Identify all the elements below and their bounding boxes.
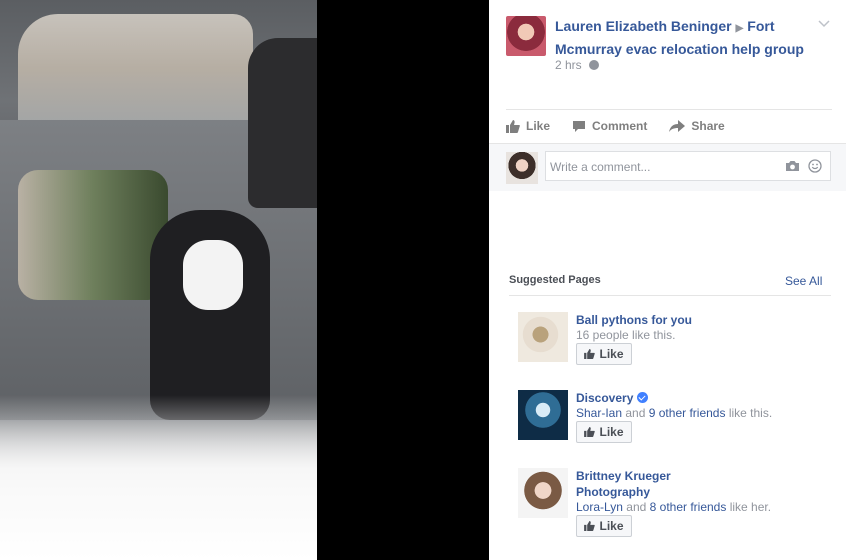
triangle-right-icon: ▶ — [735, 23, 744, 34]
friend-link[interactable]: Shar-Ian — [576, 406, 622, 420]
suggested-page-item: Brittney Krueger Photography Lora-Lyn an… — [518, 468, 818, 540]
like-page-button[interactable]: Like — [576, 343, 632, 365]
speech-bubble-icon — [573, 120, 586, 132]
post-photo[interactable] — [0, 0, 317, 560]
divider — [506, 109, 832, 110]
photo-viewer — [0, 0, 489, 560]
like-page-button[interactable]: Like — [576, 421, 632, 443]
page-thumbnail[interactable] — [518, 390, 568, 440]
post-time[interactable]: 2 hrs — [555, 58, 582, 72]
author-name-link[interactable]: Lauren Elizabeth Beninger — [555, 18, 732, 34]
suggested-pages-title: Suggested Pages — [509, 274, 601, 286]
camera-icon[interactable] — [785, 160, 800, 172]
author-avatar[interactable] — [506, 16, 546, 56]
see-all-link[interactable]: See All — [785, 274, 822, 288]
other-friends-link[interactable]: 9 other friends — [649, 406, 726, 420]
thumbs-up-icon — [584, 349, 596, 359]
like-page-label: Like — [599, 425, 624, 439]
comment-placeholder: Write a comment... — [550, 160, 651, 174]
page-friends-text: Shar-Ian and 9 other friends like this. — [576, 406, 772, 420]
share-button[interactable]: Share — [669, 116, 725, 136]
current-user-avatar — [506, 152, 538, 184]
like-page-button[interactable]: Like — [576, 515, 632, 537]
like-page-label: Like — [599, 519, 624, 533]
post-header: Lauren Elizabeth Beninger ▶ Fort Mcmurray … — [489, 0, 846, 110]
post-actions: Like Comment Share — [506, 116, 725, 136]
page-thumbnail[interactable] — [518, 468, 568, 518]
likes-suffix: like this. — [728, 406, 773, 420]
post-meta: 2 hrs — [555, 58, 600, 72]
page-name-link[interactable]: Discovery — [576, 391, 633, 405]
other-friends-link[interactable]: 8 other friends — [650, 500, 727, 514]
like-page-label: Like — [599, 347, 624, 361]
post-side-panel: Lauren Elizabeth Beninger ▶ Fort Mcmurray … — [489, 0, 846, 560]
thumbs-up-icon — [584, 427, 596, 437]
comment-label: Comment — [592, 119, 648, 133]
like-button[interactable]: Like — [506, 116, 550, 136]
divider — [509, 295, 831, 296]
chevron-down-icon[interactable] — [817, 17, 831, 31]
likes-suffix: like her. — [729, 500, 772, 514]
thumbs-up-icon — [584, 521, 596, 531]
thumbs-up-icon — [506, 119, 520, 133]
share-label: Share — [691, 119, 725, 133]
page-name-link[interactable]: Ball pythons for you — [576, 312, 796, 328]
comment-input[interactable]: Write a comment... — [545, 151, 831, 181]
share-arrow-icon — [669, 119, 686, 132]
page-friends-text: Lora-Lyn and 8 other friends like her. — [576, 500, 771, 514]
friend-link[interactable]: Lora-Lyn — [576, 500, 623, 514]
globe-icon — [589, 60, 600, 70]
emoji-icon[interactable] — [808, 159, 822, 173]
and-text: and — [626, 500, 647, 514]
comment-composer: Write a comment... — [489, 143, 846, 191]
page-name-link[interactable]: Brittney Krueger Photography — [576, 468, 686, 500]
like-label: Like — [526, 119, 551, 133]
verified-badge-icon — [637, 392, 649, 403]
suggested-page-item: Ball pythons for you 16 people like this… — [518, 312, 818, 368]
page-thumbnail[interactable] — [518, 312, 568, 362]
post-title: Lauren Elizabeth Beninger ▶ Fort Mcmurray … — [555, 16, 817, 59]
suggested-page-item: Discovery Shar-Ian and 9 other friends l… — [518, 390, 818, 446]
page-name-row: Discovery — [576, 390, 796, 406]
comment-button[interactable]: Comment — [572, 116, 647, 136]
page-likes-text: 16 people like this. — [576, 328, 676, 342]
and-text: and — [625, 406, 646, 420]
